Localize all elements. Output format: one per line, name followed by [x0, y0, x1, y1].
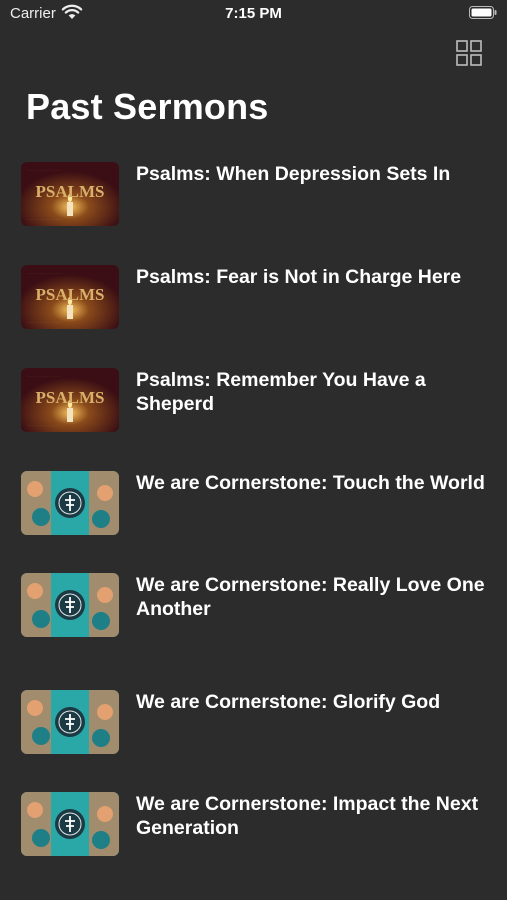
svg-text:· · · · · · · · · · · · · · ·: · · · · · · · · · · · · · · · · · · ·: [27, 374, 61, 378]
svg-text:· · · · · · · · · · · · · · ·: · · · · · · · · · · · · · · · · · · ·: [27, 320, 61, 324]
sermon-title: We are Cornerstone: Impact the Next Gene…: [136, 793, 479, 839]
sermon-row[interactable]: · · · · · · · · · · · · · · · · · · · · ·…: [0, 263, 507, 343]
cornerstone-thumbnail[interactable]: [21, 690, 119, 754]
clock: 7:15 PM: [225, 5, 282, 22]
sermon-row[interactable]: · · · · · · · · · · · · · · · · · · · · ·…: [0, 160, 507, 240]
sermon-title: Psalms: When Depression Sets In: [136, 163, 451, 185]
page-title: Past Sermons: [26, 86, 269, 127]
sermon-title: We are Cornerstone: Touch the World: [136, 472, 485, 494]
sermon-row[interactable]: We are Cornerstone: Glorify God: [0, 688, 507, 768]
battery-icon: [469, 6, 497, 19]
thumbnail-text: PSALMS: [36, 285, 105, 304]
svg-text:· · · · · · · · · · · · · · ·: · · · · · · · · · · · · · · · · · · ·: [27, 168, 61, 172]
sermon-title: We are Cornerstone: Glorify God: [136, 691, 441, 713]
svg-text:· · · · · · · · · · · · · · ·: · · · · · · · · · · · · · · · · · · ·: [27, 423, 61, 427]
svg-text:· · · · · · · · · · · · · · ·: · · · · · · · · · · · · · · · · · · ·: [27, 271, 61, 275]
cornerstone-thumbnail[interactable]: [21, 573, 119, 637]
thumbnail-text: PSALMS: [36, 388, 105, 407]
sermon-row[interactable]: We are Cornerstone: Really Love One Anot…: [0, 571, 507, 651]
cornerstone-thumbnail[interactable]: [21, 792, 119, 856]
thumbnail-text: PSALMS: [36, 182, 105, 201]
sermon-title: Psalms: Remember You Have a Sheperd: [136, 369, 426, 415]
grid-view-icon[interactable]: [456, 40, 482, 66]
sermon-row[interactable]: · · · · · · · · · · · · · · · · · · · · ·…: [0, 366, 507, 446]
cornerstone-thumbnail[interactable]: [21, 471, 119, 535]
sermon-row[interactable]: We are Cornerstone: Impact the Next Gene…: [0, 790, 507, 870]
psalms-thumbnail[interactable]: · · · · · · · · · · · · · · · · · · · · ·…: [21, 368, 119, 432]
sermon-title: Psalms: Fear is Not in Charge Here: [136, 266, 462, 288]
svg-text:· · · · · · · · · · · · · · ·: · · · · · · · · · · · · · · · · · · ·: [27, 217, 61, 221]
sermon-title: We are Cornerstone: Really Love One Anot…: [136, 574, 485, 620]
sermon-row[interactable]: We are Cornerstone: Touch the World: [0, 469, 507, 549]
status-bar: Carrier 7:15 PM: [0, 0, 507, 28]
psalms-thumbnail[interactable]: · · · · · · · · · · · · · · · · · · · · ·…: [21, 162, 119, 226]
psalms-thumbnail[interactable]: · · · · · · · · · · · · · · · · · · · · ·…: [21, 265, 119, 329]
